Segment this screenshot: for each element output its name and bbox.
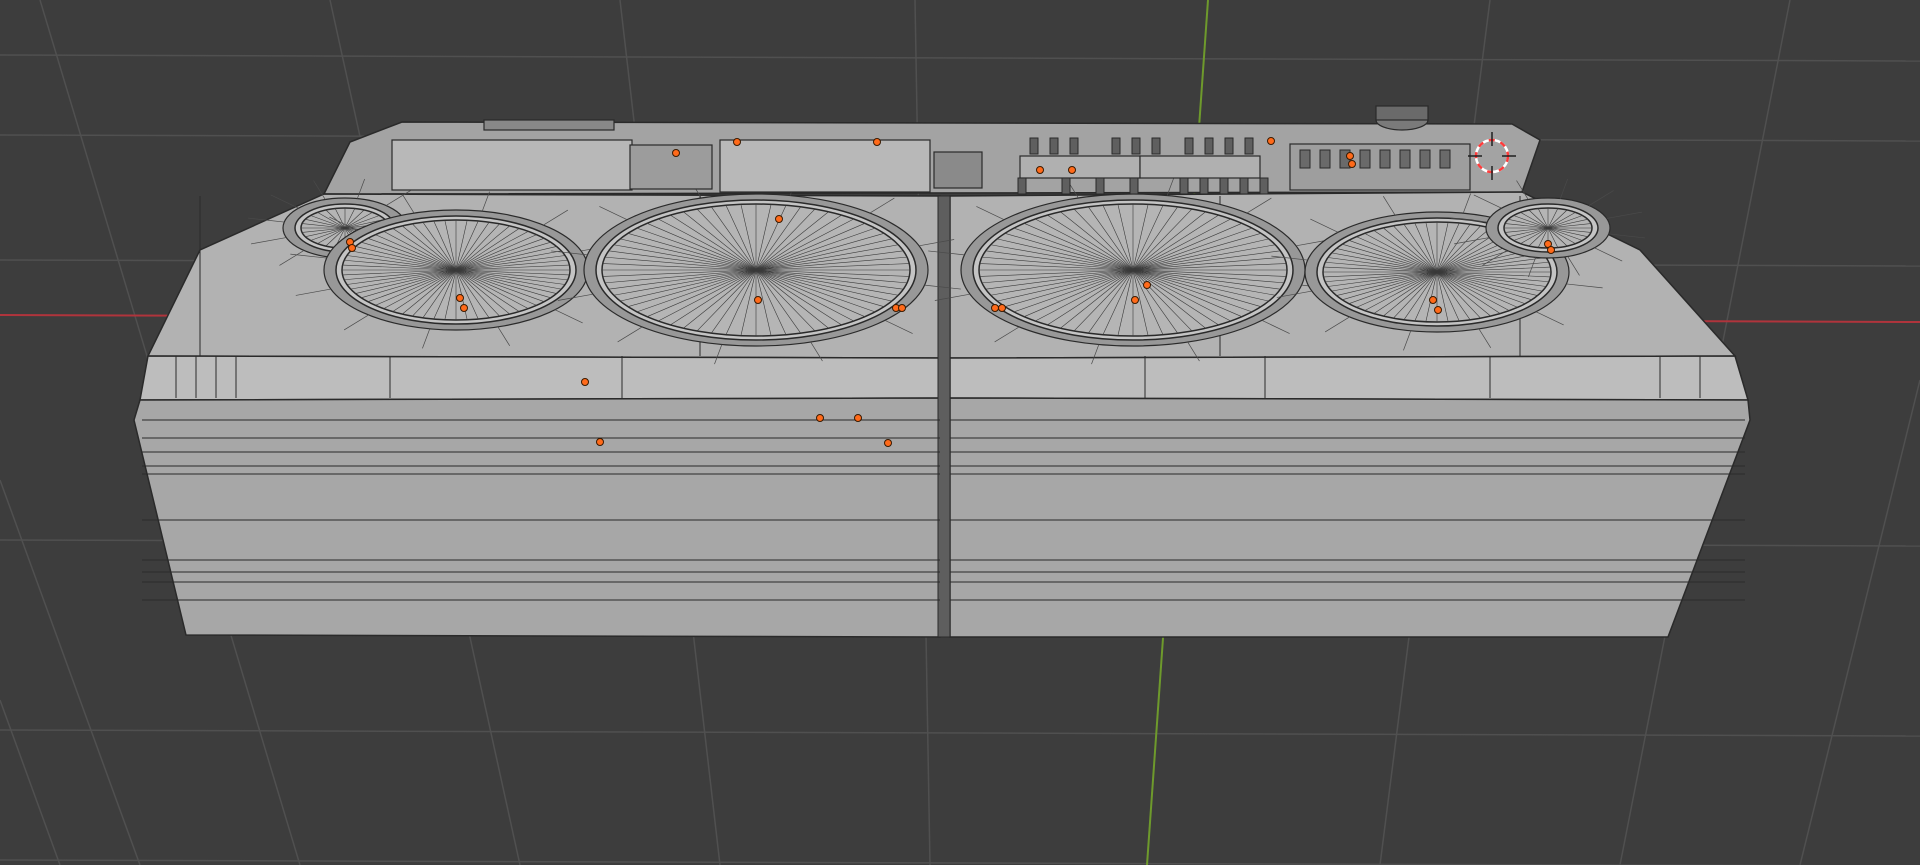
selected-vertex — [1547, 246, 1555, 254]
switch-top — [1151, 137, 1161, 155]
switch-top — [1184, 137, 1194, 155]
selected-vertex — [884, 439, 892, 447]
switch-bottom — [1129, 177, 1139, 195]
volume-knob-body — [1375, 105, 1429, 121]
right-front-body — [949, 397, 1751, 638]
eq-slider — [1379, 149, 1391, 169]
switch-bottom — [1239, 177, 1249, 195]
selected-vertex — [754, 296, 762, 304]
selected-vertex — [1429, 296, 1437, 304]
selected-vertex — [775, 215, 783, 223]
right-front-bevel — [949, 355, 1750, 401]
center-button-stack — [933, 151, 983, 189]
switch-top — [1131, 137, 1141, 155]
selected-vertex — [998, 304, 1006, 312]
selected-vertex — [348, 244, 356, 252]
selected-vertex — [596, 438, 604, 446]
boombox-mesh[interactable] — [133, 105, 1751, 638]
cassette-deck-right — [719, 139, 931, 193]
selected-vertex — [816, 414, 824, 422]
selected-vertex — [1267, 137, 1275, 145]
switch-bottom — [1259, 177, 1269, 195]
switch-bottom — [1199, 177, 1209, 195]
eq-slider — [1419, 149, 1431, 169]
selected-vertex — [456, 294, 464, 302]
selected-vertex — [733, 138, 741, 146]
eq-slider — [1319, 149, 1331, 169]
switch-bottom — [1179, 177, 1189, 195]
eq-slider — [1359, 149, 1371, 169]
selected-vertex — [873, 138, 881, 146]
selected-vertex — [581, 378, 589, 386]
switch-top — [1224, 137, 1234, 155]
selected-vertex — [854, 414, 862, 422]
viewport-canvas[interactable] — [0, 0, 1920, 865]
switch-bottom — [1095, 177, 1105, 195]
switch-bottom — [1017, 177, 1027, 195]
eq-slider — [1299, 149, 1311, 169]
left-front-body — [133, 397, 941, 638]
switch-top — [1049, 137, 1059, 155]
switch-bottom — [1219, 177, 1229, 195]
selected-vertex — [1131, 296, 1139, 304]
eq-slider — [1399, 149, 1411, 169]
selected-vertex — [1434, 306, 1442, 314]
switch-bottom — [1061, 177, 1071, 195]
selected-vertex — [898, 304, 906, 312]
3d-viewport[interactable] — [0, 0, 1920, 865]
selected-vertex — [991, 304, 999, 312]
tuner-scale — [1139, 155, 1261, 179]
selected-vertex — [460, 304, 468, 312]
selected-vertex — [1143, 281, 1151, 289]
top-button-row — [483, 119, 615, 131]
selected-vertex — [1348, 160, 1356, 168]
eq-slider — [1439, 149, 1451, 169]
selected-vertex — [1036, 166, 1044, 174]
switch-top — [1111, 137, 1121, 155]
left-front-bevel — [139, 355, 941, 401]
center-seam — [937, 195, 951, 638]
switch-top — [1244, 137, 1254, 155]
cassette-deck-left — [391, 139, 633, 191]
switch-top — [1204, 137, 1214, 155]
selected-vertex — [672, 149, 680, 157]
cassette-buttons-left — [629, 144, 713, 190]
switch-top — [1029, 137, 1039, 155]
selected-vertex — [1068, 166, 1076, 174]
selected-vertex — [1346, 152, 1354, 160]
switch-top — [1069, 137, 1079, 155]
